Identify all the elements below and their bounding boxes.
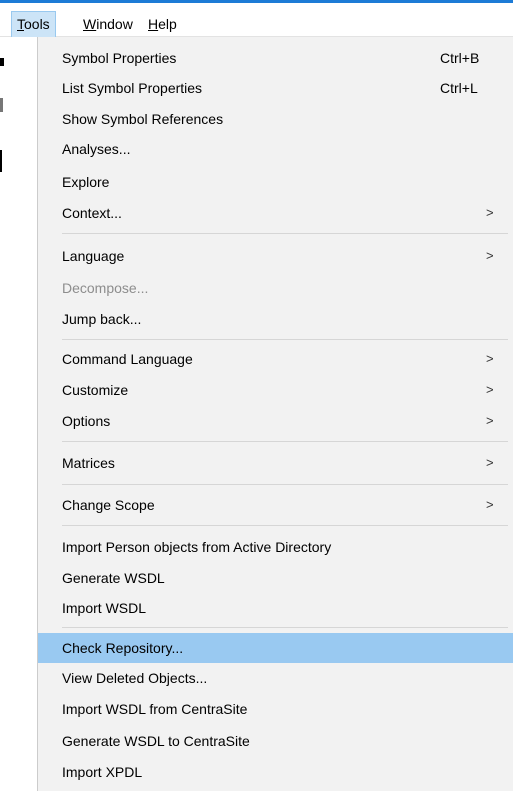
menu-item-label: Symbol Properties (62, 50, 177, 66)
menu-item-change-scope[interactable]: Change Scope > (38, 490, 513, 520)
menu-item-label: Import Person objects from Active Direct… (62, 539, 332, 555)
menu-item-label: Change Scope (62, 497, 155, 513)
menu-item-symbol-properties[interactable]: Symbol Properties Ctrl+B (38, 43, 513, 73)
menu-item-analyses[interactable]: Analyses... (38, 134, 513, 164)
menu-bar: Tools Window Help (0, 3, 513, 37)
menu-item-import-person-objects[interactable]: Import Person objects from Active Direct… (38, 532, 513, 562)
chevron-right-icon: > (486, 413, 494, 428)
menu-item-label: Language (62, 248, 125, 264)
menu-item-label: Generate WSDL to CentraSite (62, 733, 250, 749)
menu-item-label: Show Symbol References (62, 111, 224, 127)
menu-item-check-repository[interactable]: Check Repository... (38, 633, 513, 663)
menu-separator (62, 484, 508, 485)
menu-item-label: Import WSDL from CentraSite (62, 701, 248, 717)
menu-item-label: Jump back... (62, 311, 142, 327)
menu-item-jump-back[interactable]: Jump back... (38, 304, 513, 334)
menu-separator (62, 441, 508, 442)
tools-dropdown-menu: Symbol Properties Ctrl+B List Symbol Pro… (37, 37, 513, 791)
menu-item-label: View Deleted Objects... (62, 670, 208, 686)
menu-item-language[interactable]: Language > (38, 241, 513, 271)
menu-window[interactable]: Window (78, 11, 138, 37)
menu-item-import-xpdl[interactable]: Import XPDL (38, 757, 513, 787)
menu-window-label: indow (96, 16, 133, 32)
menu-help[interactable]: Help (143, 11, 182, 37)
menu-item-label: Import XPDL (62, 764, 143, 780)
menu-item-show-symbol-references[interactable]: Show Symbol References (38, 104, 513, 134)
menu-item-label: Import WSDL (62, 600, 147, 616)
menu-tools-mnemonic: T (17, 16, 24, 32)
menu-item-command-language[interactable]: Command Language > (38, 344, 513, 374)
menu-separator (62, 525, 508, 526)
menu-item-decompose: Decompose... (38, 273, 513, 303)
menu-item-view-deleted-objects[interactable]: View Deleted Objects... (38, 663, 513, 693)
menu-item-import-wsdl[interactable]: Import WSDL (38, 593, 513, 623)
menu-item-generate-wsdl-to-centrasite[interactable]: Generate WSDL to CentraSite (38, 726, 513, 756)
menu-item-list-symbol-properties[interactable]: List Symbol Properties Ctrl+L (38, 73, 513, 103)
menu-item-label: Context... (62, 205, 122, 221)
menu-separator (62, 627, 508, 628)
chevron-right-icon: > (486, 351, 494, 366)
menu-tools[interactable]: Tools (11, 11, 56, 37)
chevron-right-icon: > (486, 205, 494, 220)
menu-item-customize[interactable]: Customize > (38, 375, 513, 405)
menu-item-matrices[interactable]: Matrices > (38, 448, 513, 478)
menu-item-label: Matrices (62, 455, 115, 471)
chevron-right-icon: > (486, 382, 494, 397)
menu-item-label: Command Language (62, 351, 193, 367)
menu-item-options[interactable]: Options > (38, 406, 513, 436)
menu-item-label: Analyses... (62, 141, 131, 157)
chevron-right-icon: > (486, 455, 494, 470)
menu-item-label: Customize (62, 382, 129, 398)
menu-item-label: Options (62, 413, 111, 429)
background-fragment (0, 150, 2, 172)
menu-help-label: elp (158, 16, 177, 32)
menu-tools-label: ools (24, 16, 50, 32)
menu-item-explore[interactable]: Explore (38, 167, 513, 197)
chevron-right-icon: > (486, 248, 494, 263)
menu-item-context[interactable]: Context... > (38, 198, 513, 228)
menu-item-generate-wsdl[interactable]: Generate WSDL (38, 563, 513, 593)
menu-item-label: Explore (62, 174, 110, 190)
menu-item-label: Generate WSDL (62, 570, 165, 586)
background-fragment (0, 98, 3, 112)
menu-item-label: Decompose... (62, 280, 149, 296)
menu-help-mnemonic: H (148, 16, 159, 32)
menu-item-label: List Symbol Properties (62, 80, 203, 96)
menu-separator (62, 233, 508, 234)
chevron-right-icon: > (486, 497, 494, 512)
menu-separator (62, 339, 508, 340)
menu-item-label: Check Repository... (62, 640, 184, 656)
menu-window-mnemonic: W (83, 16, 97, 32)
background-fragment (0, 58, 4, 66)
shortcut-label: Ctrl+L (440, 80, 478, 96)
shortcut-label: Ctrl+B (440, 50, 480, 66)
menu-item-import-wsdl-from-centrasite[interactable]: Import WSDL from CentraSite (38, 694, 513, 724)
